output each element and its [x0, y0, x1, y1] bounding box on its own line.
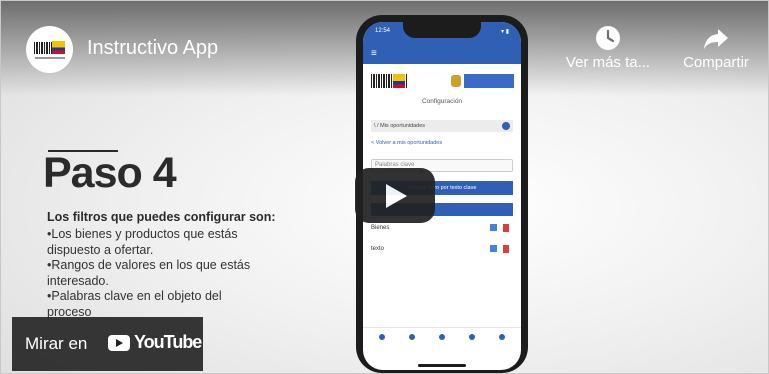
share-label: Compartir — [683, 54, 749, 71]
status-icons: ▾ ▮ — [501, 29, 509, 35]
slide-heading: Paso 4 — [43, 149, 177, 197]
video-title[interactable]: Instructivo App — [87, 37, 218, 60]
filters-line: dispuesto a ofertar. — [47, 242, 154, 257]
filters-line: interesado. — [47, 273, 109, 288]
edit-icon — [490, 224, 497, 231]
filters-line: •Rangos de valores en los que estás — [47, 258, 251, 273]
filters-heading: Los filtros que puedes configurar son: — [47, 210, 276, 224]
filters-line: •Los bienes y productos que estás — [47, 227, 238, 241]
app-tab-zoom-icon — [465, 334, 479, 342]
logo-flag — [52, 41, 65, 54]
government-badge — [464, 74, 514, 88]
menu-icon: ≡ — [371, 48, 377, 59]
watch-on-youtube-button[interactable]: Mirar en YouTube — [12, 317, 203, 371]
app-logo-flag — [393, 74, 405, 88]
share-icon — [704, 29, 728, 49]
app-page-title: Configuración — [421, 98, 463, 105]
video-player[interactable]: Instructivo App Ver más ta... Compartir … — [0, 0, 769, 374]
logo-underline — [35, 57, 65, 59]
app-filter-row: Bienes — [371, 221, 513, 235]
app-tab-feed-icon — [375, 334, 389, 342]
channel-logo[interactable] — [26, 26, 73, 73]
app-tab-search-icon — [405, 334, 419, 342]
youtube-play-icon — [108, 335, 130, 351]
app-filter-row-label: texto — [371, 246, 385, 252]
play-button[interactable] — [355, 168, 435, 223]
trash-icon — [503, 245, 509, 253]
status-time: 12:54 — [375, 28, 391, 34]
share-button[interactable]: Compartir — [671, 25, 761, 71]
edit-icon — [490, 245, 497, 252]
home-indicator — [418, 364, 466, 367]
app-breadcrumb: \ / Mis oportunidades — [371, 120, 513, 132]
info-icon — [502, 122, 510, 130]
trash-icon — [503, 224, 509, 232]
play-icon — [386, 184, 407, 208]
watch-later-label: Ver más ta... — [565, 54, 651, 71]
filters-list: •Los bienes y productos que estás dispue… — [47, 227, 287, 321]
watch-on-label: Mirar en — [25, 334, 88, 353]
watch-later-button[interactable]: Ver más ta... — [563, 25, 653, 71]
app-back-link: < Volver a mis oportunidades — [371, 140, 443, 146]
app-filter-row-label: Bienes — [371, 225, 390, 231]
app-tab-list-icon — [495, 334, 509, 342]
government-seal-icon — [451, 75, 461, 87]
phone-notch — [403, 22, 481, 38]
app-tab-bar — [363, 327, 521, 362]
app-filter-row: texto — [371, 242, 513, 256]
filters-line: •Palabras clave en el objeto del — [47, 289, 222, 304]
app-breadcrumb-text: \ / Mis oportunidades — [374, 123, 426, 129]
app-tab-network-icon — [435, 334, 449, 342]
clock-icon — [596, 26, 620, 50]
youtube-wordmark: YouTube — [134, 332, 202, 352]
